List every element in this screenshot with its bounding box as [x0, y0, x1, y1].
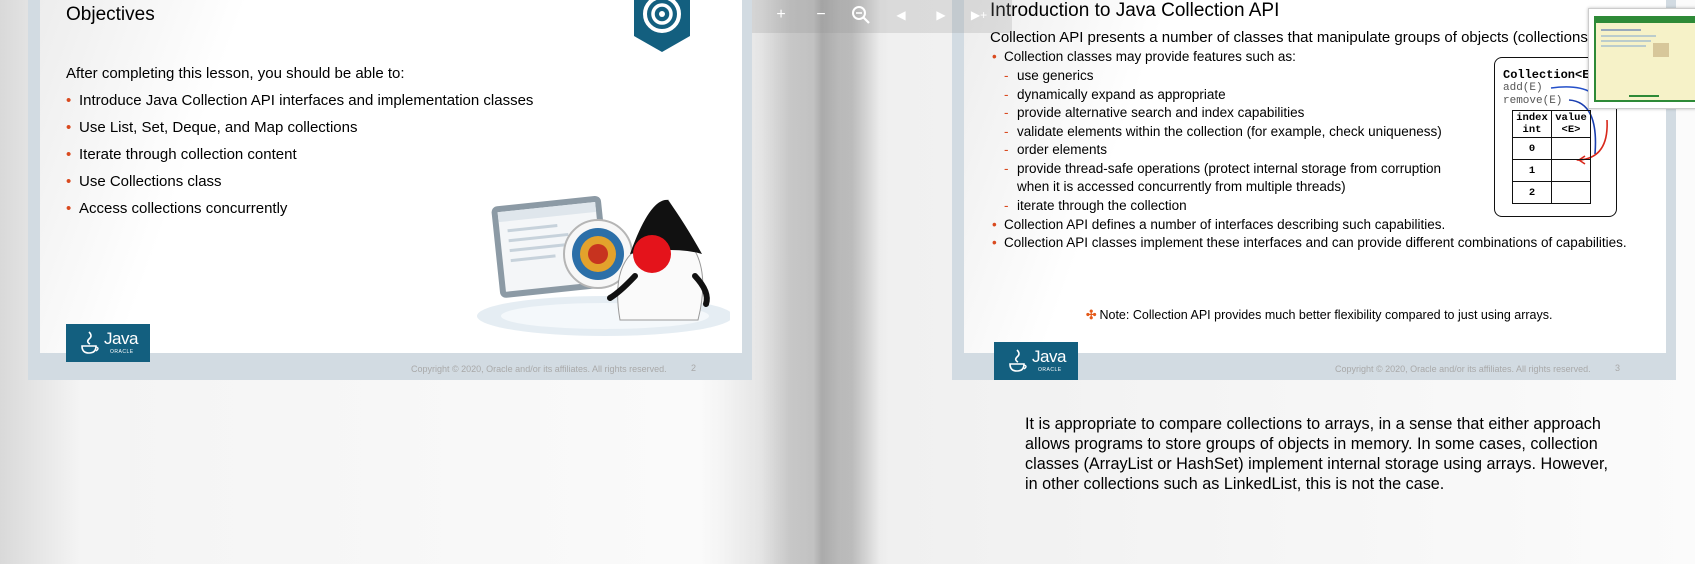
slide-note: ✣ Note: Collection API provides much bett…: [1086, 307, 1552, 322]
java-cup-icon: [1009, 349, 1027, 372]
java-oracle-logo: Java ORACLE: [994, 342, 1078, 380]
logo-oracle-word: ORACLE: [110, 349, 134, 355]
speaker-notes-paragraph: It is appropriate to compare collections…: [1025, 415, 1608, 493]
note-text: Note: Collection API provides much bette…: [1099, 308, 1553, 322]
page-thumbnail[interactable]: [1588, 8, 1695, 109]
logo-oracle-word: ORACLE: [1038, 367, 1062, 373]
thumbnail-preview-image: [1594, 16, 1695, 102]
diagram-header: value: [1555, 112, 1587, 124]
diagram-value-cell: [1551, 181, 1591, 204]
diagram-value-cell: [1551, 159, 1591, 182]
last-page-button[interactable]: ▶+: [967, 4, 991, 26]
next-page-button[interactable]: ▶: [929, 4, 953, 26]
objective-item: Use Collections class: [66, 173, 222, 190]
java-cup-icon: [81, 331, 99, 354]
page-number: 2: [691, 363, 697, 373]
feature-item: validate elements within the collection …: [1004, 124, 1442, 139]
bullet-item: Collection API classes implement these i…: [992, 235, 1627, 250]
logo-java-word: Java: [104, 329, 138, 348]
feature-item: dynamically expand as appropriate: [1004, 87, 1226, 102]
diagram-index: 2: [1512, 181, 1552, 204]
diagram-header: <E>: [1561, 124, 1581, 136]
note-cross-icon: ✣: [1086, 308, 1097, 322]
diagram-header: index: [1516, 112, 1548, 124]
diagram-value-cell: [1551, 137, 1591, 160]
feature-item: order elements: [1004, 142, 1107, 157]
feature-item: provide thread-safe operations (protect …: [1004, 161, 1441, 176]
zoom-in-button[interactable]: +: [769, 4, 793, 26]
slide-content-area: Objectives After completing this lesson,…: [40, 0, 742, 353]
diagram-index: 0: [1512, 137, 1552, 160]
feature-item: iterate through the collection: [1004, 198, 1187, 213]
previous-page-button[interactable]: ◀: [889, 4, 913, 26]
java-oracle-logo: Java ORACLE: [66, 324, 150, 362]
slide-page-2: Objectives After completing this lesson,…: [28, 0, 752, 380]
feature-item: provide alternative search and index cap…: [1004, 105, 1304, 120]
logo-java-word: Java: [1032, 347, 1066, 366]
bullet-item: Collection API defines a number of inter…: [992, 217, 1445, 232]
zoom-fit-button[interactable]: [849, 4, 873, 26]
target-badge-icon: [634, 0, 690, 57]
viewer-toolbar: + − ◀ ▶ ▶+: [752, 0, 1012, 33]
slide-title: Introduction to Java Collection API: [990, 0, 1280, 21]
objective-item: Introduce Java Collection API interfaces…: [66, 92, 533, 109]
diagram-header: int: [1522, 124, 1542, 136]
objective-item: Use List, Set, Deque, and Map collection…: [66, 119, 358, 136]
feature-item-continued: when it is accessed concurrently from mu…: [1017, 179, 1346, 194]
objectives-intro: After completing this lesson, you should…: [66, 65, 405, 82]
objective-item: Access collections concurrently: [66, 200, 287, 217]
bullet-item: Collection classes may provide features …: [992, 49, 1296, 64]
diagram-index: 1: [1512, 159, 1552, 182]
slide-intro: Collection API presents a number of clas…: [990, 29, 1588, 46]
zoom-out-button[interactable]: −: [809, 4, 833, 26]
copyright-text: Copyright © 2020, Oracle and/or its affi…: [1335, 364, 1591, 374]
duke-mascot-illustration: [470, 192, 733, 345]
magnifier-icon: [852, 6, 870, 24]
diagram-table: index int value <E> 0 1 2: [1512, 110, 1591, 204]
slide-title: Objectives: [66, 4, 155, 25]
feature-item: use generics: [1004, 68, 1093, 83]
copyright-text: Copyright © 2020, Oracle and/or its affi…: [411, 364, 667, 374]
page-number: 3: [1615, 363, 1621, 373]
objective-item: Iterate through collection content: [66, 146, 297, 163]
